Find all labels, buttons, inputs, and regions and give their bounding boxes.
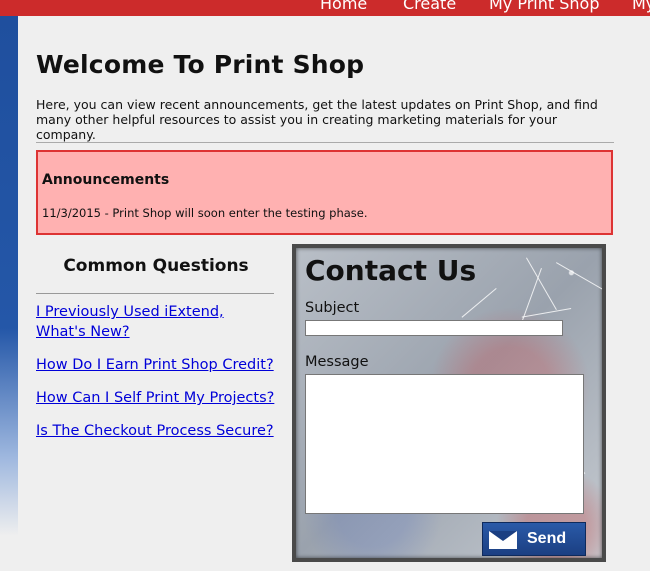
faq-link-credit[interactable]: How Do I Earn Print Shop Credit? <box>36 357 274 373</box>
faq-list: I Previously Used iExtend, What's New? H… <box>36 301 276 453</box>
envelope-icon <box>489 531 517 549</box>
faq-item: Is The Checkout Process Secure? <box>36 420 276 440</box>
contact-heading: Contact Us <box>305 254 477 287</box>
subject-input[interactable] <box>305 320 563 336</box>
message-label: Message <box>305 354 369 370</box>
faq-link-self-print[interactable]: How Can I Self Print My Projects? <box>36 390 274 406</box>
message-input[interactable] <box>305 374 584 514</box>
announcements-heading: Announcements <box>42 172 170 188</box>
announcements-box: Announcements 11/3/2015 - Print Shop wil… <box>36 150 613 235</box>
side-stripe <box>0 16 18 536</box>
intro-text: Here, you can view recent announcements,… <box>36 97 598 142</box>
divider <box>36 142 614 143</box>
faq-link-iextend[interactable]: I Previously Used iExtend, What's New? <box>36 304 224 340</box>
faq-item: How Do I Earn Print Shop Credit? <box>36 354 276 374</box>
contact-panel: Contact Us Subject Message Send <box>292 244 606 562</box>
firework-decoration <box>521 308 572 318</box>
nav-item-home[interactable]: Home <box>320 0 367 13</box>
faq-heading: Common Questions <box>63 256 249 276</box>
firework-decoration <box>461 288 497 318</box>
firework-decoration <box>556 262 602 291</box>
announcement-item: 11/3/2015 - Print Shop will soon enter t… <box>42 206 368 220</box>
faq-divider <box>36 293 274 294</box>
nav-item-my-print-shop[interactable]: My Print Shop <box>489 0 600 13</box>
page-title: Welcome To Print Shop <box>36 50 365 79</box>
send-button-label: Send <box>527 530 567 547</box>
send-button[interactable]: Send <box>482 522 586 556</box>
faq-link-checkout[interactable]: Is The Checkout Process Secure? <box>36 423 274 439</box>
firework-decoration <box>526 257 557 310</box>
faq-item: How Can I Self Print My Projects? <box>36 387 276 407</box>
nav-item-create[interactable]: Create <box>403 0 456 13</box>
nav-item-my[interactable]: My <box>632 0 650 13</box>
top-nav-bar: Home Create My Print Shop My <box>0 0 650 16</box>
faq-item: I Previously Used iExtend, What's New? <box>36 301 276 341</box>
subject-label: Subject <box>305 300 360 316</box>
